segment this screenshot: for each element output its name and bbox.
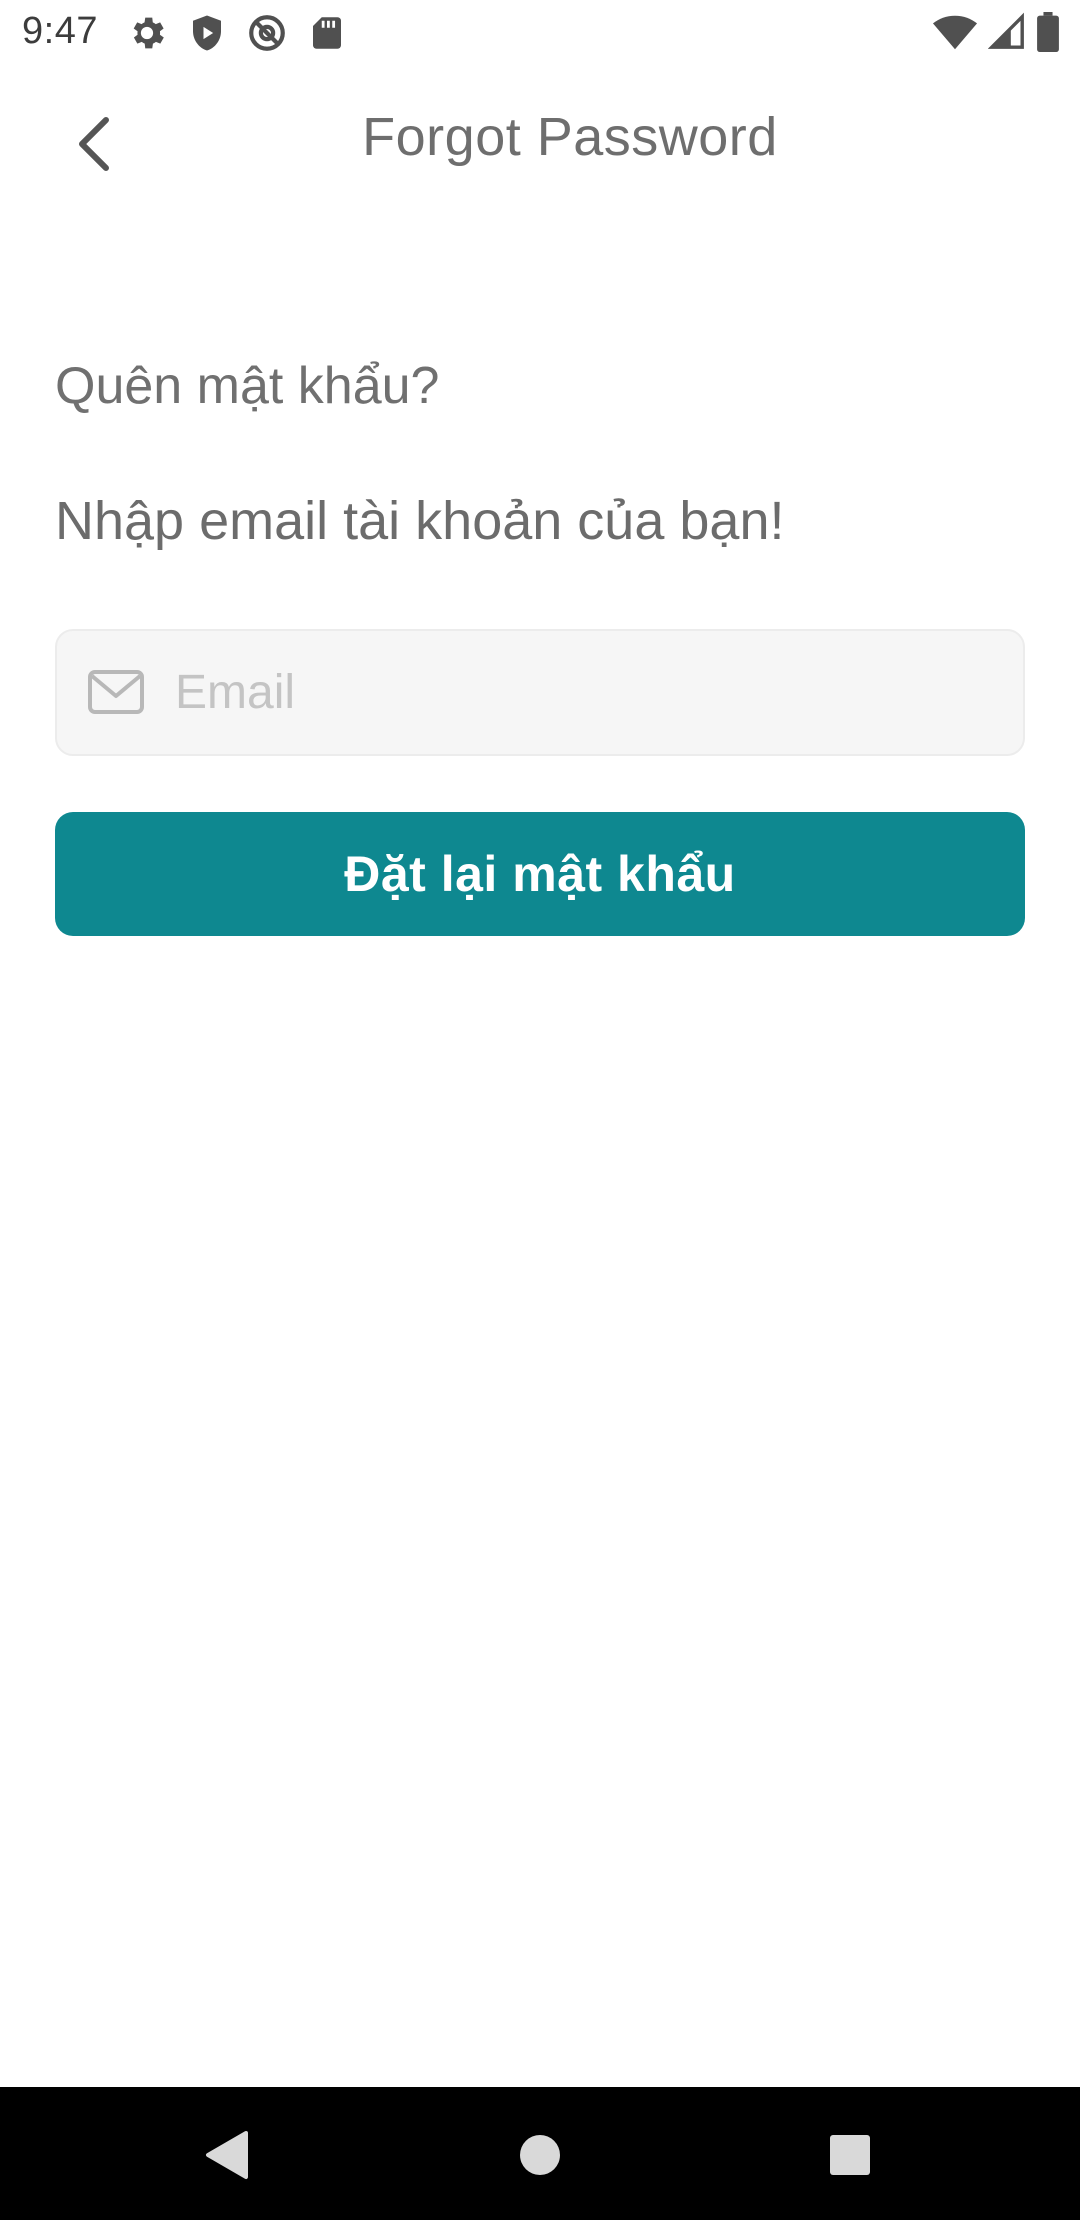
battery-icon <box>1037 12 1059 52</box>
status-bar: 9:47 <box>0 0 1080 66</box>
status-time: 9:47 <box>22 10 98 52</box>
shield-icon <box>193 15 221 51</box>
wifi-icon <box>932 15 978 50</box>
home-circle-icon <box>520 2135 560 2175</box>
app-bar: Forgot Password <box>0 66 1080 212</box>
page-title: Forgot Password <box>362 107 778 167</box>
forgot-password-screen: 9:47 Forgot Password Quên mật khẩu? Nhập… <box>0 0 1080 2220</box>
system-nav-bar <box>0 2087 1080 2220</box>
sd-card-icon <box>313 17 341 49</box>
at-sign-icon <box>249 15 285 51</box>
back-triangle-icon <box>206 2131 248 2179</box>
instruction-text: Nhập email tài khoản của bạn! <box>55 491 785 551</box>
nav-home-button[interactable] <box>500 2115 580 2195</box>
email-input[interactable] <box>175 631 995 754</box>
recents-square-icon <box>830 2135 870 2175</box>
mail-icon <box>88 670 144 714</box>
reset-password-button[interactable]: Đặt lại mật khẩu <box>55 812 1025 936</box>
gear-icon <box>133 17 164 49</box>
status-icons-left <box>126 12 348 54</box>
nav-back-button[interactable] <box>186 2115 266 2195</box>
signal-icon <box>988 12 1024 49</box>
forgot-password-question: Quên mật khẩu? <box>55 357 440 415</box>
email-field[interactable] <box>55 629 1025 756</box>
nav-recents-button[interactable] <box>810 2115 890 2195</box>
status-icons-right <box>932 12 1060 52</box>
